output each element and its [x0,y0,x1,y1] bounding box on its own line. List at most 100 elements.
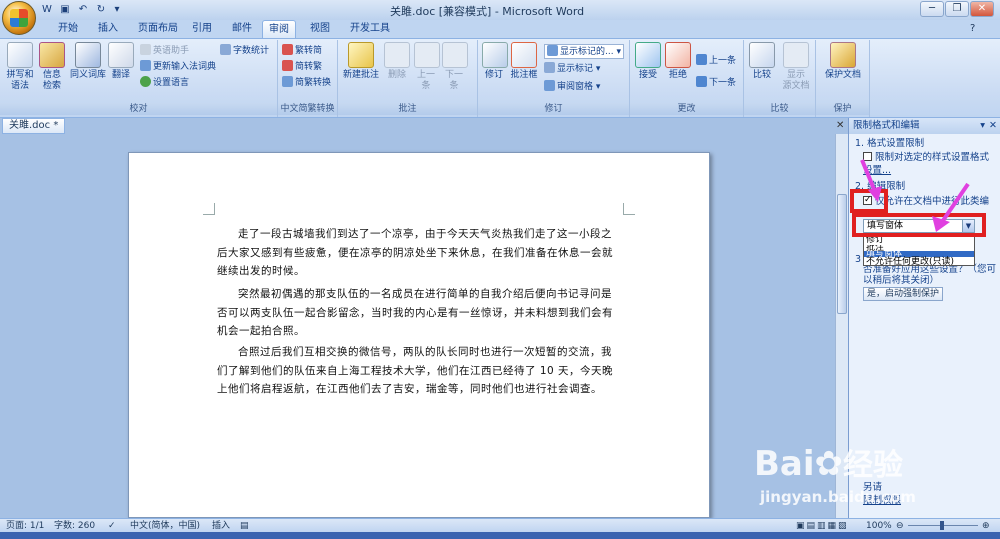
compare-button[interactable]: 比较 [748,42,776,81]
tab-review[interactable]: 审阅 [262,20,296,38]
tab-view[interactable]: 视图 [304,20,336,38]
office-button[interactable] [2,1,36,35]
restrict-permission-link[interactable]: 限制权限 [863,495,901,507]
track-changes-icon [482,42,508,68]
group-changes: 接受 拒绝 上一条 下一条 更改 [630,40,744,117]
group-proofing: 拼写和 语法 信息 检索 同义词库 翻译 英语助手 更新输入法词典 设置语言 字… [0,40,278,117]
next-change-icon [696,76,707,87]
reviewing-pane-button[interactable]: 审阅窗格 ▾ [544,80,600,93]
reject-icon [665,42,691,68]
translate-icon [108,42,134,68]
next-change-button[interactable]: 下一条 [696,76,736,89]
arrow-head-checkbox [868,186,882,202]
language-status[interactable]: 中文(简体，中国) [130,520,200,532]
research-icon [39,42,65,68]
show-markup-button[interactable]: 显示标记 ▾ [544,62,600,75]
zoom-slider-thumb[interactable] [940,521,944,530]
chinese-conversion-button[interactable]: 简繁转换 [282,76,331,89]
annotation-arrows [860,159,970,232]
next-comment-icon [442,42,468,68]
reviewing-pane-icon [544,80,555,91]
balloons-button[interactable]: 批注框 [508,42,540,81]
simp-to-trad-button[interactable]: 简转繁 [282,60,322,73]
tab-insert[interactable]: 插入 [92,20,124,38]
globe-icon [140,76,151,87]
proofing-status-icon[interactable]: ✓ [108,520,116,532]
group-label-changes: 更改 [630,103,743,115]
zoom-level[interactable]: 100% [866,520,892,532]
thesaurus-button[interactable]: 同义词库 [68,42,108,81]
page-count[interactable]: 页面: 1/1 [6,520,44,532]
save-icon[interactable]: ▣ [58,3,72,16]
close-button[interactable]: ✕ [970,1,994,17]
trad-to-simp-button[interactable]: 繁转简 [282,44,322,57]
paragraph-2: 突然最初偶遇的那支队伍的一名成员在进行简单的自我介绍后便向书记寻问是否可以两支队… [217,288,613,338]
group-comments: 新建批注 删除 上一 条 下一 条 批注 [338,40,478,117]
close-document-icon[interactable]: ✕ [836,120,844,131]
prev-comment-button[interactable]: 上一 条 [414,42,440,92]
prev-change-icon [696,54,707,65]
view-buttons[interactable]: ▣▤▥▦▧ [796,520,849,532]
update-ime-button[interactable]: 更新输入法词典 [140,60,216,73]
group-compare: 比较 显示 源文档 比较 [744,40,816,117]
zoom-out-icon[interactable]: ⊖ [896,520,904,532]
zoom-in-icon[interactable]: ⊕ [982,520,990,532]
next-comment-button[interactable]: 下一 条 [442,42,468,92]
research-button[interactable]: 信息 检索 [38,42,66,92]
prev-comment-icon [414,42,440,68]
document-tab[interactable]: 关雎.doc * [2,118,66,134]
tab-page-layout[interactable]: 页面布局 [132,20,184,38]
track-changes-button[interactable]: 修订 [482,42,508,81]
format-restrictions-heading: 1. 格式设置限制 [855,138,925,149]
pane-close-icon[interactable]: ✕ [989,118,997,134]
accept-button[interactable]: 接受 [634,42,662,81]
accept-icon [635,42,661,68]
pane-menu-icon[interactable]: ▾ [980,118,985,134]
group-label-tracking: 修订 [478,103,629,115]
tab-developer[interactable]: 开发工具 [344,20,396,38]
word-count-icon [220,44,231,55]
help-icon[interactable]: ? [970,23,975,34]
assistant-icon [140,44,151,55]
start-enforcing-button[interactable]: 是，启动强制保护 [863,287,943,301]
translate-button[interactable]: 翻译 [108,42,134,81]
prev-change-button[interactable]: 上一条 [696,54,736,67]
new-comment-button[interactable]: 新建批注 [342,42,380,81]
display-for-review-select[interactable]: 显示标记的... ▾ [544,44,624,59]
tab-references[interactable]: 引用 [186,20,218,38]
set-language-button[interactable]: 设置语言 [140,76,189,89]
word-count[interactable]: 字数: 260 [54,520,95,532]
redo-icon[interactable]: ↻ [94,3,108,16]
quick-access-dropdown-icon[interactable]: ▾ [110,3,124,16]
protect-document-button[interactable]: 保护文档 [820,42,866,81]
see-also-label: 另请 [863,482,883,493]
compare-icon [749,42,775,68]
tab-home[interactable]: 开始 [52,20,84,38]
lock-icon [830,42,856,68]
vertical-scrollbar[interactable] [835,134,848,518]
arrow-to-select [940,182,970,224]
office-logo-icon [10,9,28,27]
tab-mailings[interactable]: 邮件 [226,20,258,38]
trad-to-simp-icon [282,44,293,55]
delete-comment-button[interactable]: 删除 [384,42,410,81]
status-bar: 页面: 1/1 字数: 260 ✓ 中文(简体，中国) 插入 ▤ ▣▤▥▦▧ 1… [0,518,1000,532]
minimize-button[interactable]: ─ [920,1,944,17]
conversion-icon [282,76,293,87]
restore-button[interactable]: ❐ [945,1,969,17]
reject-button[interactable]: 拒绝 [664,42,692,81]
display-review-icon [547,45,558,56]
english-assistant-button[interactable]: 英语助手 [140,44,189,57]
insert-mode[interactable]: 插入 [212,520,230,532]
scrollbar-thumb[interactable] [837,194,847,314]
macro-icon[interactable]: ▤ [240,520,249,532]
delete-comment-icon [384,42,410,68]
spelling-grammar-button[interactable]: 拼写和 语法 [4,42,36,92]
show-source-button[interactable]: 显示 源文档 [780,42,812,92]
word-count-button[interactable]: 字数统计 [220,44,269,57]
window-title: 关雎.doc [兼容模式] - Microsoft Word [390,5,585,18]
document-page[interactable]: 走了一段古城墙我们到达了一个凉亭，由于今天天气炎热我们走了这一小段之后大家又感到… [128,152,710,518]
ribbon: 拼写和 语法 信息 检索 同义词库 翻译 英语助手 更新输入法词典 设置语言 字… [0,38,1000,118]
undo-icon[interactable]: ↶ [76,3,90,16]
simp-to-trad-icon [282,60,293,71]
